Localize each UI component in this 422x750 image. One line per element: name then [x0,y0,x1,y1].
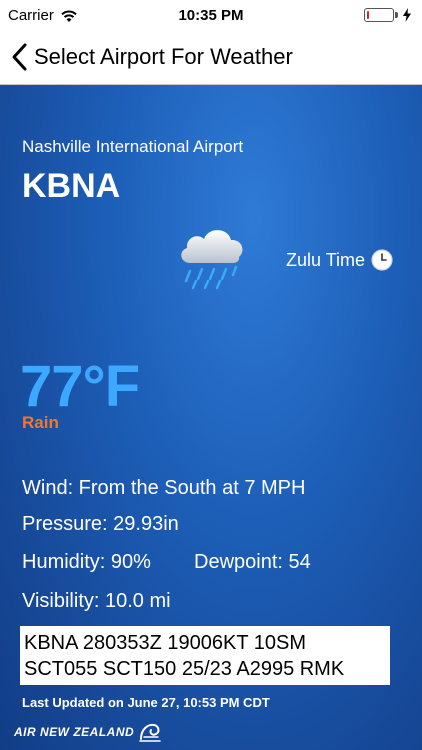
charging-bolt-icon [403,8,411,22]
pressure-info: Pressure: 29.93in [22,513,179,535]
brand-footer: AIR NEW ZEALAND [14,721,162,743]
clock-icon [371,249,393,271]
dewpoint-info: Dewpoint: 54 [194,551,311,573]
humidity-info: Humidity: 90% [22,551,151,573]
temperature: 77°F [20,354,140,419]
metar-line-2: SCT055 SCT150 25/23 A2995 RMK [24,658,345,680]
navigation-bar: Select Airport For Weather [0,32,422,85]
koru-logo-icon [139,723,161,742]
chevron-left-icon[interactable] [10,42,28,72]
visibility-info: Visibility: 10.0 mi [22,590,171,612]
airport-code: KBNA [22,167,121,205]
metar-line-1: KBNA 280353Z 19006KT 10SM [24,632,307,654]
battery-level [367,11,369,19]
rain-cloud-icon [181,230,243,290]
brand-text: AIR NEW ZEALAND [14,725,135,739]
wind-info: Wind: From the South at 7 MPH [22,477,306,499]
airport-name: Nashville International Airport [22,137,244,156]
status-bar: Carrier 10:35 PM [0,0,422,32]
last-updated: Last Updated on June 27, 10:53 PM CDT [22,695,270,710]
zulu-time-label: Zulu Time [286,249,366,270]
status-time: 10:35 PM [178,7,244,24]
battery-icon [364,8,394,22]
status-right [364,8,412,22]
metar-report: KBNA 280353Z 19006KT 10SM SCT055 SCT150 … [20,626,390,685]
weather-condition: Rain [22,413,59,432]
back-button-title[interactable]: Select Airport For Weather [34,44,293,70]
battery-nub [395,12,398,18]
weather-panel: Nashville International Airport KBNA Zul… [0,85,422,750]
zulu-time-toggle[interactable]: Zulu Time [286,249,393,271]
